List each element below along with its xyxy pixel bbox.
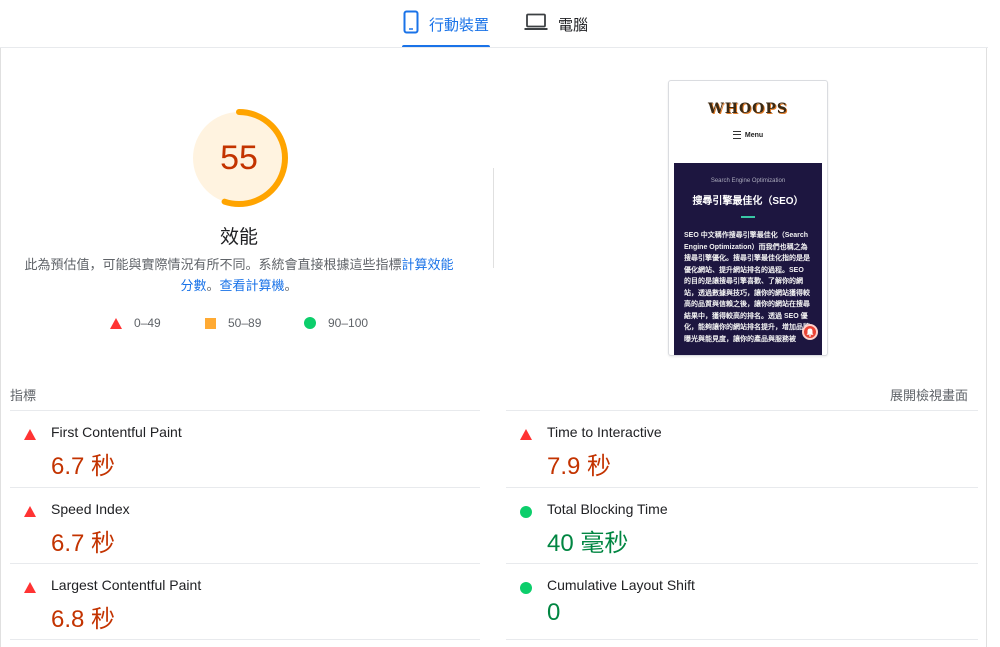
metric-time-to-interactive: Time to Interactive 7.9 秒: [506, 411, 976, 486]
hamburger-icon: [732, 131, 741, 139]
red-triangle-icon: [110, 317, 122, 329]
red-triangle-icon: [520, 429, 532, 440]
laptop-icon: [524, 13, 548, 36]
green-circle-icon: [304, 317, 316, 329]
metrics-heading: 指標: [10, 388, 37, 403]
legend-average: 50–89: [205, 316, 261, 330]
metric-value: 6.8 秒: [51, 606, 116, 633]
green-circle-icon: [520, 582, 532, 594]
description-end: 。: [284, 278, 298, 293]
metric-total-blocking-time: Total Blocking Time 40 毫秒: [506, 488, 976, 563]
metric-speed-index: Speed Index 6.7 秒: [10, 488, 480, 563]
smartphone-icon: [403, 10, 419, 39]
metric-value: 6.7 秒: [51, 453, 116, 480]
tab-desktop[interactable]: 電腦: [524, 0, 594, 48]
tab-desktop-label: 電腦: [558, 16, 589, 34]
metric-divider: [10, 639, 480, 640]
metric-largest-contentful-paint: Largest Contentful Paint 6.8 秒: [10, 564, 480, 639]
site-menu-label: Menu: [744, 131, 764, 139]
metric-value: 40 毫秒: [547, 530, 629, 557]
red-triangle-icon: [24, 582, 36, 593]
hero-title: 搜尋引擎最佳化（SEO）: [692, 196, 804, 207]
red-triangle-icon: [24, 506, 36, 517]
device-tabs: 行動裝置 電腦: [0, 0, 1000, 48]
performance-title: 效能: [219, 227, 258, 248]
notification-bell-icon: [802, 324, 818, 340]
metric-name: Time to Interactive: [547, 424, 662, 440]
metric-value: 7.9 秒: [547, 453, 612, 480]
performance-score: 55: [220, 138, 258, 177]
metric-value: 6.7 秒: [51, 530, 116, 557]
description-text: 此為預估值，可能與實際情況有所不同。系統會直接根據這些指標: [24, 257, 402, 272]
vertical-divider: [493, 168, 494, 268]
site-hero: Search Engine Optimization 搜尋引擎最佳化（SEO） …: [674, 163, 822, 355]
metric-name: Cumulative Layout Shift: [547, 577, 695, 593]
site-logo: WHOOPS: [708, 101, 788, 117]
performance-description: 此為預估值，可能與實際情況有所不同。系統會直接根據這些指標計算效能分數。查看計算…: [20, 254, 458, 296]
score-legend: 0–49 50–89 90–100: [110, 316, 410, 332]
tab-mobile-label: 行動裝置: [428, 16, 489, 34]
calculator-link[interactable]: 查看計算機: [220, 278, 285, 293]
legend-fail-range: 0–49: [134, 316, 161, 330]
orange-square-icon: [205, 317, 216, 329]
description-separator: 。: [206, 278, 220, 293]
metric-name: Speed Index: [51, 501, 130, 517]
red-triangle-icon: [24, 429, 36, 440]
metric-value: 0: [547, 599, 561, 626]
green-circle-icon: [520, 506, 532, 518]
tabs-divider: [0, 47, 988, 48]
metric-divider: [506, 639, 978, 640]
panel-border-right: [986, 48, 987, 647]
hero-body: SEO 中文稱作搜尋引擎最佳化（Search Engine Optimizati…: [684, 232, 810, 343]
legend-average-range: 50–89: [228, 316, 262, 330]
panel-border-left: [0, 48, 1, 647]
page-screenshot[interactable]: WHOOPS Menu Search Engine Optimization 搜…: [668, 80, 828, 356]
expand-view-toggle[interactable]: 展開檢視畫面: [890, 385, 968, 404]
metric-name: Largest Contentful Paint: [51, 577, 202, 593]
metric-name: First Contentful Paint: [51, 424, 182, 440]
metric-cumulative-layout-shift: Cumulative Layout Shift 0: [506, 564, 976, 639]
legend-pass: 90–100: [304, 316, 368, 330]
metric-name: Total Blocking Time: [547, 501, 668, 517]
metric-first-contentful-paint: First Contentful Paint 6.7 秒: [10, 411, 480, 486]
legend-fail: 0–49: [110, 316, 161, 330]
site-menu: Menu: [669, 131, 827, 139]
hero-kicker: Search Engine Optimization: [710, 178, 786, 184]
legend-pass-range: 90–100: [328, 316, 369, 330]
tab-mobile[interactable]: 行動裝置: [402, 0, 490, 48]
hero-accent-bar: [741, 216, 755, 218]
